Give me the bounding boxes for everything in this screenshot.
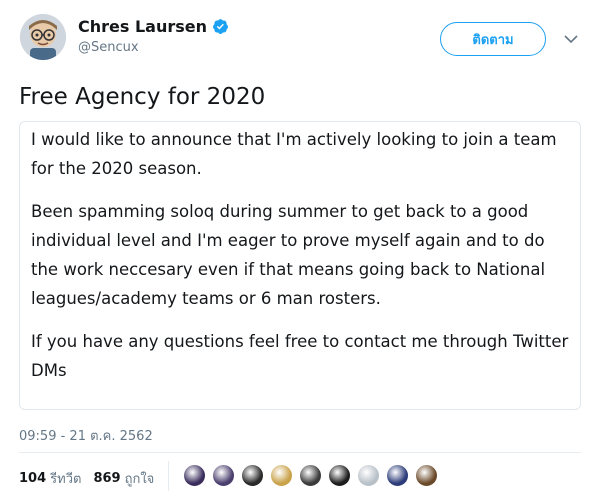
tweet-timestamp[interactable]: 09:59 - 21 ต.ค. 2562 xyxy=(19,425,153,446)
liker-avatar[interactable] xyxy=(385,463,410,488)
retweet-stat[interactable]: 104 รีทวีต xyxy=(19,468,81,489)
like-count: 869 xyxy=(93,471,121,486)
retweet-count: 104 xyxy=(19,471,47,486)
tweet-paragraph: If you have any questions feel free to c… xyxy=(31,332,569,380)
tweet-header: Chres Laursen @Sencux ติดตาม xyxy=(20,12,587,64)
display-name[interactable]: Chres Laursen xyxy=(78,17,207,36)
like-stat[interactable]: 869 ถูกใจ xyxy=(93,468,154,489)
name-row: Chres Laursen xyxy=(78,17,229,36)
liker-avatar[interactable] xyxy=(240,463,265,488)
tweet-paragraph: Been spamming soloq during summer to get… xyxy=(31,202,546,308)
liker-avatar[interactable] xyxy=(211,463,236,488)
handle[interactable]: @Sencux xyxy=(78,40,139,55)
tweet-paragraph: I would like to announce that I'm active… xyxy=(31,130,557,178)
retweet-label: รีทวีต xyxy=(50,472,82,487)
liker-avatar[interactable] xyxy=(414,463,439,488)
follow-button[interactable]: ติดตาม xyxy=(440,22,546,56)
verified-badge-icon xyxy=(213,19,228,34)
chevron-down-icon[interactable] xyxy=(563,32,579,46)
cartoon-avatar-icon xyxy=(20,14,66,60)
like-label: ถูกใจ xyxy=(124,472,155,487)
tweet-body: I would like to announce that I'm active… xyxy=(19,121,581,410)
liker-avatar[interactable] xyxy=(298,463,323,488)
liker-avatars xyxy=(182,463,443,488)
stats-separator xyxy=(168,461,169,491)
avatar[interactable] xyxy=(20,14,66,60)
liker-avatar[interactable] xyxy=(269,463,294,488)
liker-avatar[interactable] xyxy=(356,463,381,488)
liker-avatar[interactable] xyxy=(182,463,207,488)
divider xyxy=(19,452,581,453)
liker-avatar[interactable] xyxy=(327,463,352,488)
tweet-title: Free Agency for 2020 xyxy=(19,84,266,110)
tweet-stats: 104 รีทวีต 869 ถูกใจ xyxy=(19,468,154,489)
